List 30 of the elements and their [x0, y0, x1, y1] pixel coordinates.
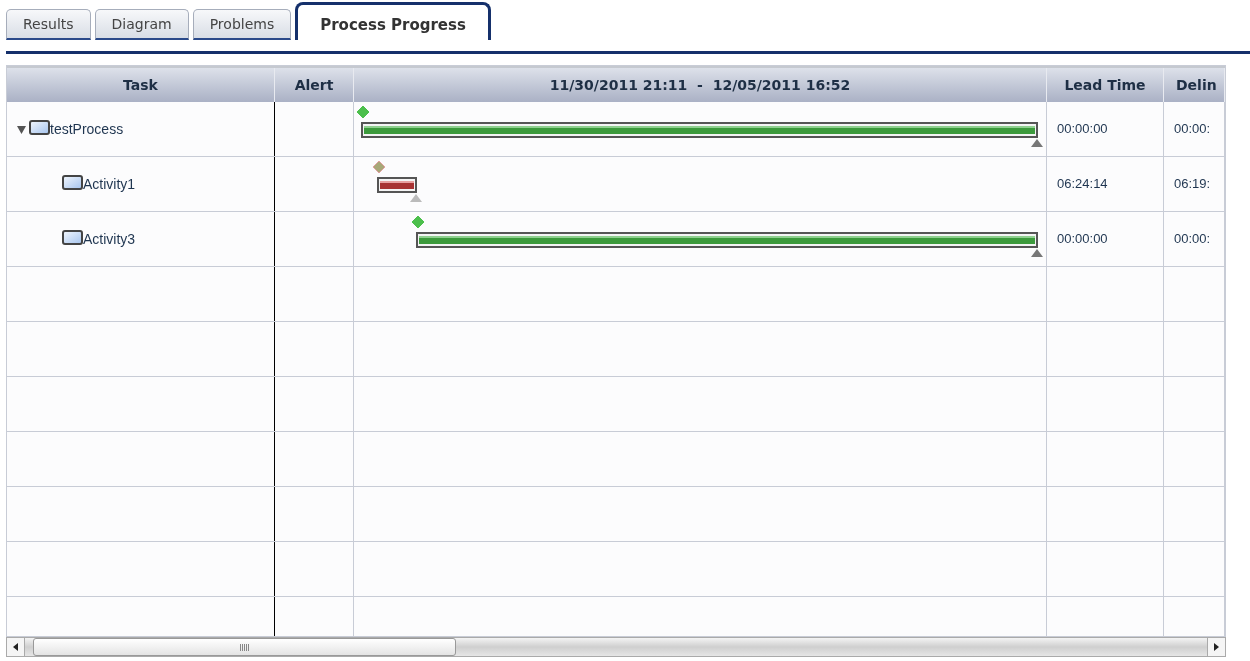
scroll-thumb[interactable]: [33, 638, 456, 656]
table-cell-text: 06:24:14: [1056, 175, 1108, 194]
end-marker-icon: [1031, 139, 1043, 147]
gantt-bar[interactable]: [377, 177, 417, 193]
scroll-right-button[interactable]: [1207, 638, 1225, 656]
scroll-left-button[interactable]: [7, 638, 25, 656]
table-cell-text: 00:00:00: [1056, 120, 1108, 139]
tab[interactable]: Diagram: [94, 9, 189, 40]
task-icon: [29, 119, 50, 135]
gantt-bar[interactable]: [361, 122, 1038, 138]
collapse-toggle-icon[interactable]: [17, 124, 26, 134]
gantt-bar[interactable]: [416, 232, 1038, 248]
table-cell-text: 00:00:00: [1056, 230, 1108, 249]
task-name[interactable]: Activity1: [83, 173, 136, 195]
table-cell-text: 00:00:: [1173, 230, 1211, 249]
left-arrow-icon: [13, 643, 18, 651]
horizontal-scrollbar[interactable]: [6, 637, 1226, 657]
task-name[interactable]: testProcess: [50, 118, 124, 140]
table-cell-text: 06:19:: [1173, 175, 1211, 194]
tab[interactable]: Results: [6, 9, 91, 40]
task-icon: [62, 229, 83, 245]
table-cell-text: 00:00:: [1173, 120, 1211, 139]
task-name[interactable]: Activity3: [83, 228, 136, 250]
right-arrow-icon: [1214, 643, 1219, 651]
grip-icon: [240, 643, 249, 651]
tab[interactable]: Problems: [192, 9, 292, 40]
end-marker-icon: [1031, 249, 1043, 257]
tab[interactable]: Process Progress: [295, 2, 491, 40]
end-marker-icon: [410, 194, 422, 202]
task-icon: [62, 174, 83, 190]
